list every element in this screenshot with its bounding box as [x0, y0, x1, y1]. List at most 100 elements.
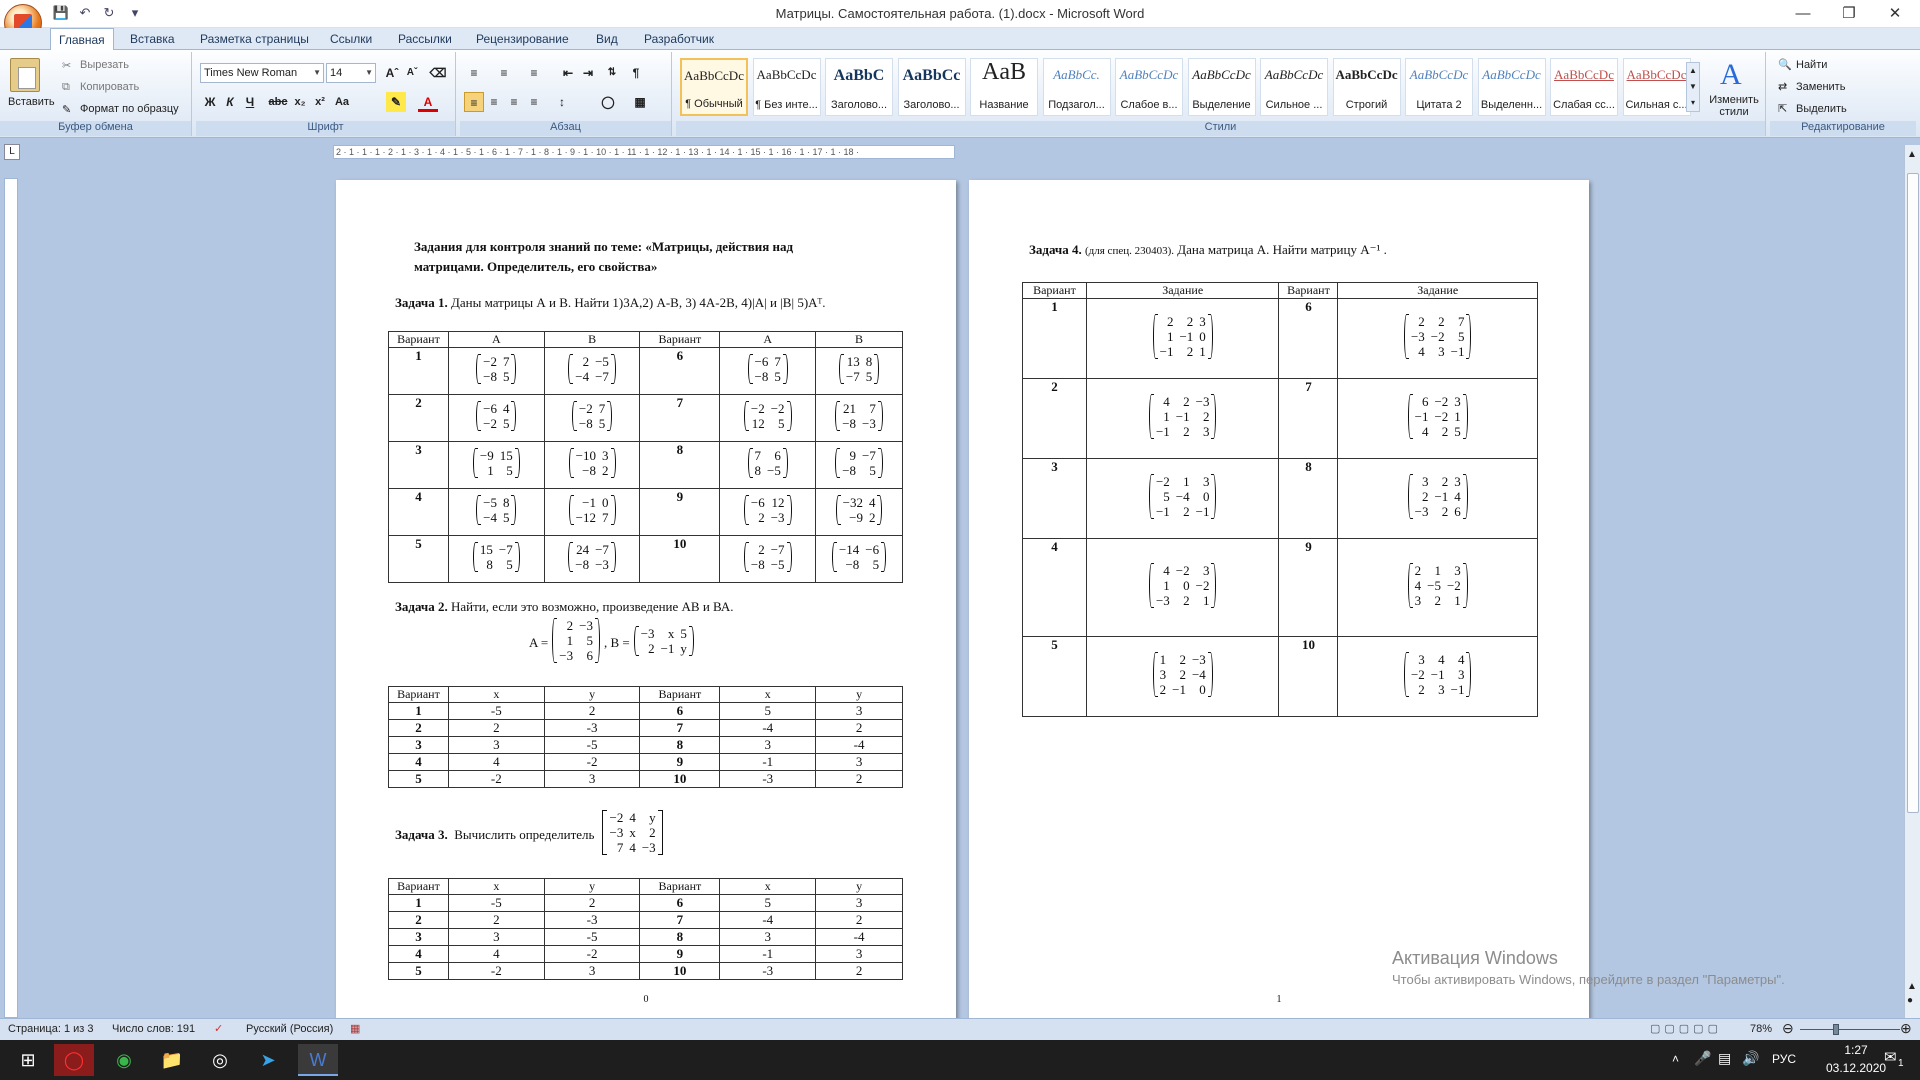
telegram-icon[interactable]: ➤	[248, 1044, 288, 1076]
font-name-combo[interactable]: Times New Roman ▼	[200, 63, 324, 83]
clear-format-icon[interactable]: ⌫	[428, 63, 448, 83]
document-page-1[interactable]: Задания для контроля знаний по теме: «Ма…	[336, 180, 956, 1020]
microphone-icon[interactable]: 🎤	[1694, 1050, 1711, 1067]
clock-date[interactable]: 03.12.2020	[1826, 1061, 1886, 1075]
align-center-icon[interactable]: ≡	[484, 92, 504, 112]
macro-icon[interactable]: ▦	[350, 1022, 360, 1035]
styles-scroll[interactable]: ▲ ▼ ▾	[1686, 62, 1700, 112]
network-icon[interactable]: ▤	[1718, 1050, 1731, 1067]
find-button[interactable]: Найти	[1796, 59, 1827, 71]
italic-icon[interactable]: К	[220, 92, 240, 112]
tab-mailings[interactable]: Рассылки	[390, 28, 460, 50]
decrease-indent-icon[interactable]: ⇤	[558, 63, 578, 83]
chrome-icon[interactable]: ◉	[104, 1044, 144, 1076]
prev-page-icon[interactable]: ▲	[1907, 981, 1917, 992]
style-8[interactable]: AaBbCcDc Сильное ...	[1260, 58, 1328, 116]
scissors-icon[interactable]: ✂	[62, 59, 71, 72]
paste-icon[interactable]	[10, 58, 40, 92]
multilevel-list-icon[interactable]: ≡	[524, 63, 544, 83]
horizontal-ruler[interactable]: 2 · 1 · 1 · 1 · 2 · 1 · 3 · 1 · 4 · 1 · …	[333, 145, 955, 159]
cut-button[interactable]: Вырезать	[80, 59, 129, 71]
style-9[interactable]: AaBbCcDc Строгий	[1332, 58, 1401, 116]
scroll-thumb[interactable]	[1907, 173, 1919, 813]
opera-icon[interactable]: ◯	[54, 1044, 94, 1076]
font-color-icon[interactable]: A	[418, 92, 438, 112]
binoculars-icon[interactable]: 🔍	[1778, 58, 1792, 71]
zoom-in-icon[interactable]: ⊕	[1900, 1020, 1912, 1037]
vertical-ruler[interactable]	[4, 178, 18, 1018]
justify-icon[interactable]: ≡	[524, 92, 544, 112]
select-icon[interactable]: ⇱	[1778, 102, 1787, 115]
tab-references[interactable]: Ссылки	[322, 28, 380, 50]
document-workspace[interactable]	[20, 160, 1904, 1018]
word-count-status[interactable]: Число слов: 191	[112, 1023, 195, 1035]
tray-arrow-icon[interactable]: ˄	[1672, 1052, 1679, 1066]
restore-button[interactable]: ❐	[1826, 0, 1872, 28]
tab-insert[interactable]: Вставка	[122, 28, 183, 50]
tab-page-layout[interactable]: Разметка страницы	[192, 28, 317, 50]
style-13[interactable]: AaBbCcDc Сильная с...	[1622, 58, 1691, 116]
language-status[interactable]: Русский (Россия)	[246, 1023, 333, 1035]
increase-indent-icon[interactable]: ⇥	[578, 63, 598, 83]
tab-review[interactable]: Рецензирование	[468, 28, 577, 50]
style-7[interactable]: AaBbCcDc Выделение	[1187, 58, 1256, 116]
shrink-font-icon[interactable]: Aˇ	[402, 63, 422, 83]
page-count-status[interactable]: Страница: 1 из 3	[8, 1023, 94, 1035]
tab-home[interactable]: Главная	[50, 28, 114, 51]
highlight-icon[interactable]: ✎	[386, 92, 406, 112]
style-6[interactable]: AaBbCcDc Слабое в...	[1115, 58, 1183, 116]
select-button[interactable]: Выделить	[1796, 103, 1847, 115]
style-4[interactable]: AaB Название	[970, 58, 1038, 116]
minimize-button[interactable]: —	[1780, 0, 1826, 28]
customize-qat-icon[interactable]: ▾	[124, 3, 146, 25]
change-styles-button[interactable]: Изменить стили	[1704, 94, 1764, 118]
style-11[interactable]: AaBbCcDc Выделенн...	[1477, 58, 1546, 116]
redo-icon[interactable]: ↻	[98, 3, 120, 25]
word-taskbar-icon[interactable]: W	[298, 1044, 338, 1076]
change-styles-icon[interactable]: A	[1720, 58, 1742, 92]
zoom-slider[interactable]	[1800, 1029, 1900, 1030]
tab-view[interactable]: Вид	[588, 28, 626, 50]
style-12[interactable]: AaBbCcDc Слабая сс...	[1550, 58, 1618, 116]
change-case-icon[interactable]: Aa	[332, 92, 352, 112]
superscript-icon[interactable]: x²	[310, 92, 330, 112]
undo-icon[interactable]: ↶	[74, 3, 96, 25]
align-right-icon[interactable]: ≡	[504, 92, 524, 112]
proofing-icon[interactable]: ✓	[214, 1022, 223, 1035]
shading-icon[interactable]: ◯	[598, 92, 618, 112]
view-mode-icons[interactable]: ▢▢▢▢▢	[1650, 1022, 1722, 1035]
volume-icon[interactable]: 🔊	[1742, 1050, 1759, 1067]
windows-start-icon[interactable]: ⊞	[8, 1044, 48, 1076]
strikethrough-icon[interactable]: abc	[268, 92, 288, 112]
style-10[interactable]: AaBbCcDc Цитата 2	[1405, 58, 1473, 116]
bullets-icon[interactable]: ≡	[464, 63, 484, 83]
zoom-out-icon[interactable]: ⊖	[1782, 1020, 1794, 1037]
underline-icon[interactable]: Ч	[240, 92, 260, 112]
document-page-2[interactable]: Задача 4. (для спец. 230403). Дана матри…	[969, 180, 1589, 1020]
style-1[interactable]: AaBbCcDc ¶ Без инте...	[752, 58, 821, 116]
file-explorer-icon[interactable]: 📁	[152, 1044, 192, 1076]
sort-icon[interactable]: ⇅	[602, 63, 622, 83]
app-icon[interactable]: ◎	[200, 1044, 240, 1076]
line-spacing-icon[interactable]: ↕	[552, 92, 572, 112]
paste-button[interactable]: Вставить	[8, 96, 55, 108]
align-left-icon[interactable]: ≡	[464, 92, 484, 112]
grow-font-icon[interactable]: Aˆ	[382, 63, 402, 83]
input-language[interactable]: РУС	[1772, 1052, 1796, 1066]
font-size-combo[interactable]: 14 ▼	[326, 63, 376, 83]
save-icon[interactable]: 💾	[50, 3, 72, 25]
notifications-icon[interactable]: ✉	[1884, 1048, 1897, 1066]
tab-selector-icon[interactable]: L	[4, 144, 20, 160]
close-button[interactable]: ✕	[1872, 0, 1918, 28]
replace-icon[interactable]: ⇄	[1778, 80, 1787, 93]
numbering-icon[interactable]: ≡	[494, 63, 514, 83]
bold-icon[interactable]: Ж	[200, 92, 220, 112]
format-painter-button[interactable]: Формат по образцу	[80, 103, 179, 115]
vertical-scrollbar[interactable]: ▲ ▲ ●	[1904, 145, 1920, 1018]
copy-icon[interactable]: ⧉	[62, 81, 70, 94]
style-0[interactable]: AaBbCcDc ¶ Обычный	[680, 58, 748, 116]
subscript-icon[interactable]: x₂	[290, 92, 310, 112]
copy-button[interactable]: Копировать	[80, 81, 139, 93]
replace-button[interactable]: Заменить	[1796, 81, 1845, 93]
style-3[interactable]: AaBbCc Заголово...	[897, 58, 966, 116]
